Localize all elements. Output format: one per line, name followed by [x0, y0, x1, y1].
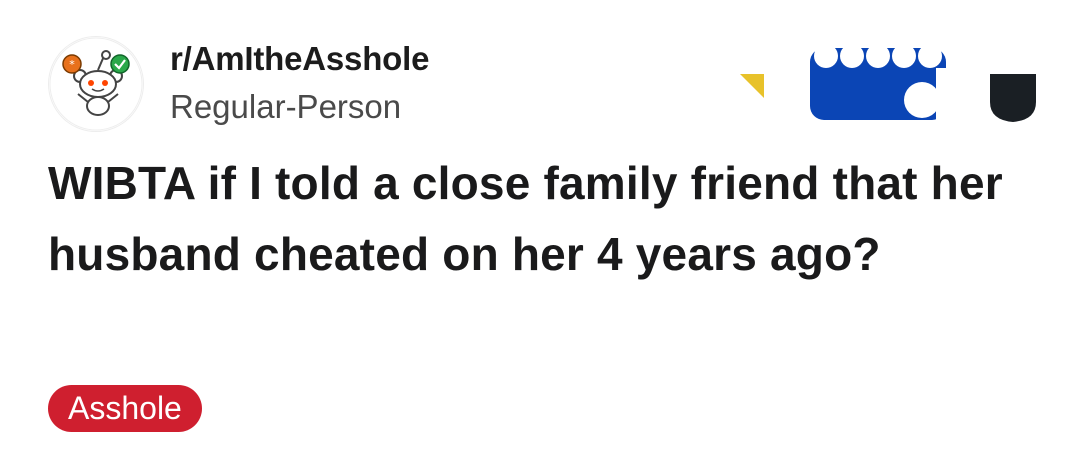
- gold-award-icon: [740, 74, 764, 98]
- post-awards[interactable]: [740, 44, 1040, 124]
- blue-wave-award-icon: [810, 44, 946, 120]
- subreddit-avatar-icon[interactable]: *: [48, 36, 144, 132]
- shield-award-icon: [990, 74, 1036, 122]
- subreddit-name-link[interactable]: r/AmItheAsshole: [170, 40, 429, 78]
- svg-text:*: *: [69, 58, 75, 71]
- post-flair-badge[interactable]: Asshole: [48, 385, 202, 432]
- post-title[interactable]: WIBTA if I told a close family friend th…: [48, 148, 1048, 290]
- author-username-link[interactable]: Regular-Person: [170, 88, 401, 126]
